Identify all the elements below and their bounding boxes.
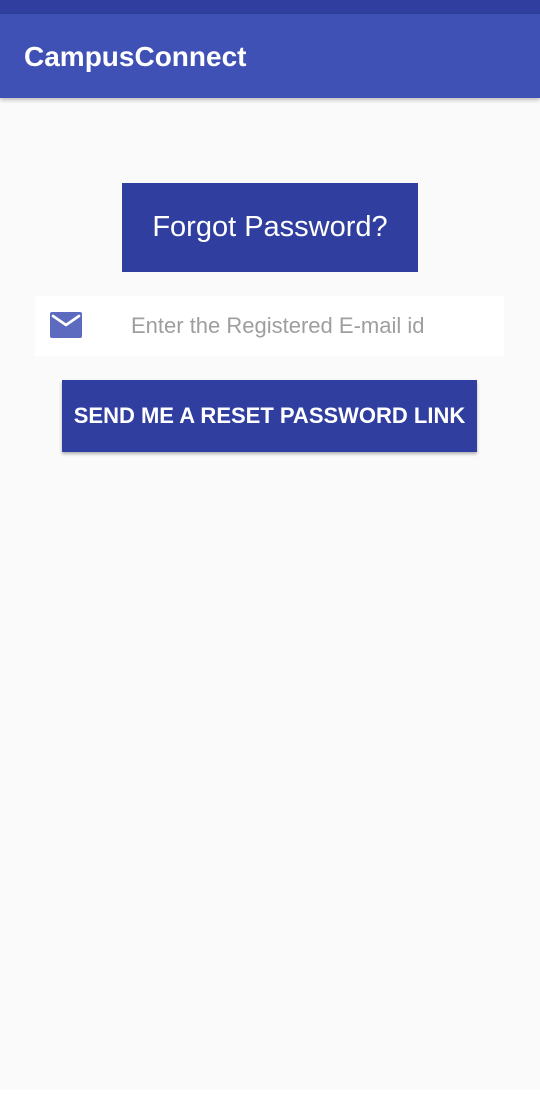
app-bar: CampusConnect [0, 14, 540, 98]
send-reset-link-button[interactable]: SEND ME A RESET PASSWORD LINK [62, 380, 477, 452]
bottom-edge [0, 1090, 540, 1106]
app-title: CampusConnect [24, 41, 247, 72]
forgot-password-heading: Forgot Password? [122, 183, 418, 272]
mail-icon [50, 312, 82, 338]
email-input[interactable] [123, 296, 498, 356]
email-field-row [35, 296, 504, 356]
status-bar [0, 0, 540, 14]
